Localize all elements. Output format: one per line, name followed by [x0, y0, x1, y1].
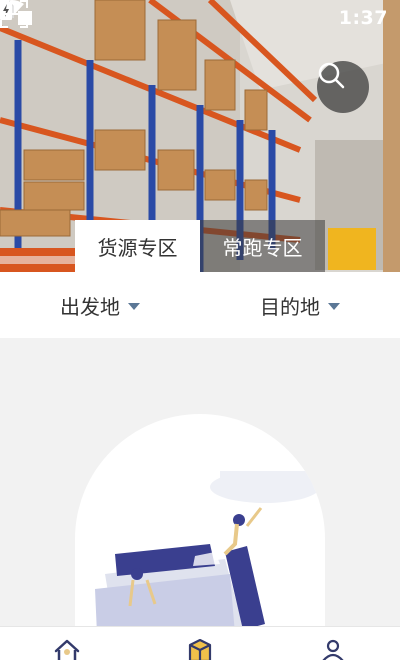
- search-button[interactable]: [317, 61, 369, 113]
- destination-filter[interactable]: 目的地: [200, 291, 400, 320]
- empty-illustration-image: [95, 471, 320, 634]
- user-icon: [322, 639, 344, 660]
- empty-state-illustration: [75, 414, 325, 634]
- nav-home[interactable]: [0, 627, 133, 660]
- home-icon: [54, 639, 79, 660]
- box-icon: [188, 639, 212, 660]
- destination-label: 目的地: [260, 294, 320, 319]
- tab-frequent-routes[interactable]: 常跑专区: [200, 220, 325, 272]
- status-bar: 1:37: [0, 0, 400, 36]
- clock: 1:37: [338, 7, 388, 29]
- origin-label: 出发地: [60, 294, 120, 319]
- warehouse-banner: 1:37 货源专区 常跑专区: [0, 0, 400, 272]
- search-icon: [318, 62, 345, 89]
- bottom-navigation: [0, 626, 400, 660]
- nav-profile[interactable]: [267, 627, 400, 660]
- scan-icon[interactable]: [0, 0, 28, 28]
- route-filter-bar: 出发地 目的地: [0, 272, 400, 338]
- chevron-down-icon: [328, 302, 340, 310]
- chevron-down-icon: [128, 302, 140, 310]
- origin-filter[interactable]: 出发地: [0, 291, 200, 320]
- zone-tabs: 货源专区 常跑专区: [75, 220, 325, 272]
- nav-cargo[interactable]: [133, 627, 266, 660]
- tab-cargo-zone[interactable]: 货源专区: [75, 220, 200, 272]
